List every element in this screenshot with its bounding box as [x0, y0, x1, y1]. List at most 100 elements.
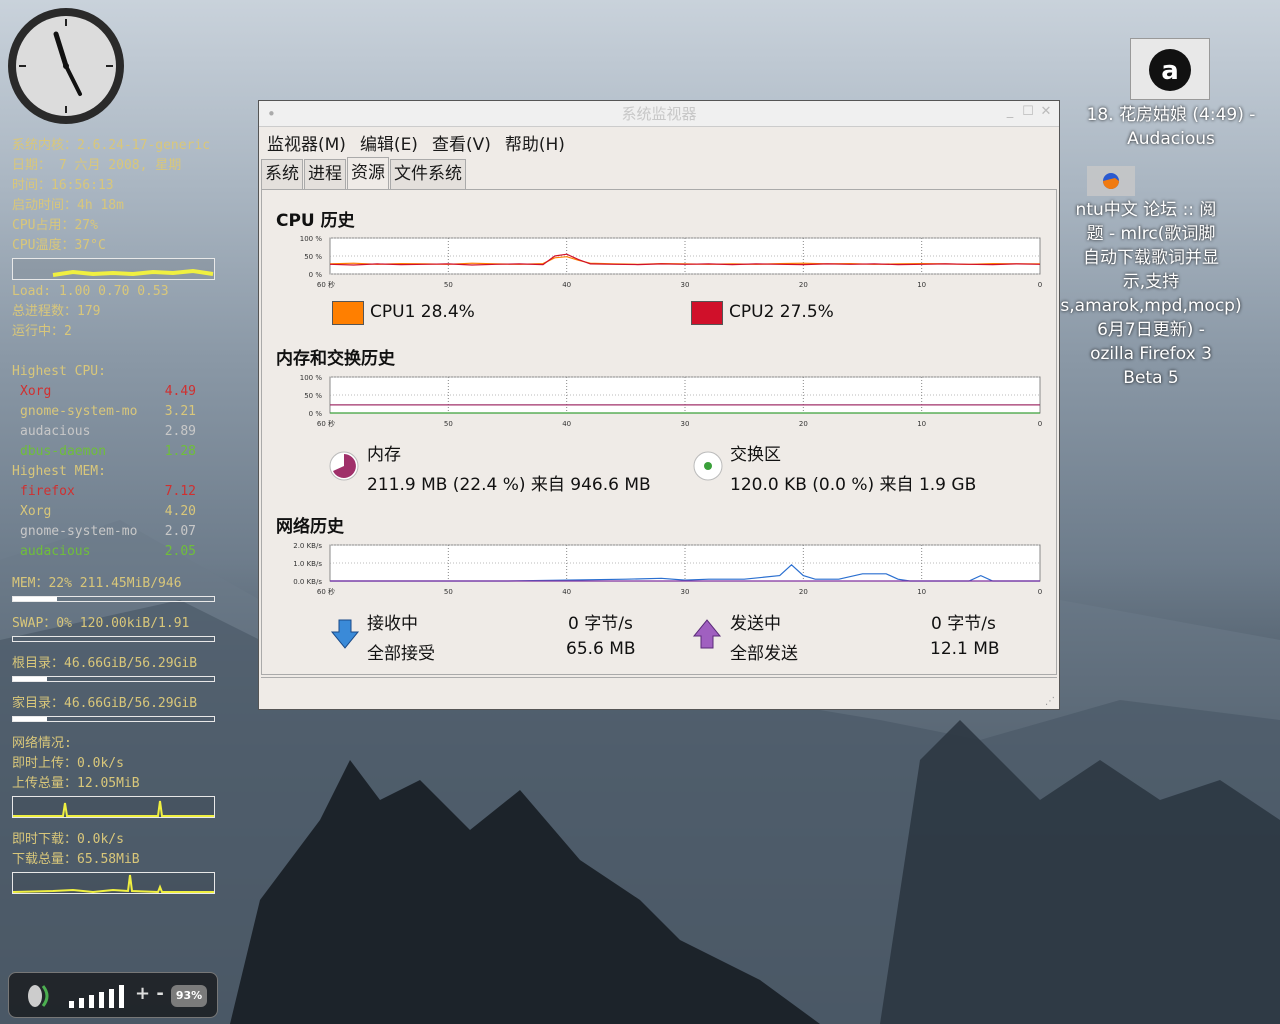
receiving-label: 接收中: [367, 614, 418, 634]
highest-mem-value: 4.20: [164, 504, 196, 519]
conky-date: 日期： 7 六月 2008, 星期: [12, 158, 182, 173]
resize-grip-icon[interactable]: ⋰: [1045, 696, 1055, 707]
receiving-value: 0 字节/s: [568, 614, 633, 634]
conky-highest-cpu-title: Highest CPU:: [12, 364, 106, 379]
memory-value: 211.9 MB (22.4 %) 来自 946.6 MB: [367, 475, 651, 495]
svg-text:a: a: [1161, 56, 1179, 86]
minimize-icon[interactable]: _: [1003, 105, 1017, 119]
memory-pie-icon[interactable]: [328, 450, 360, 482]
system-monitor-window: • 系统监视器 _ ☐ ✕ 监视器(M) 编辑(E) 查看(V) 帮助(H) 系…: [258, 100, 1060, 710]
conky-highest-mem-title: Highest MEM:: [12, 464, 106, 479]
status-bar: ⋰: [261, 677, 1057, 707]
volume-applet[interactable]: + - 93%: [8, 972, 218, 1018]
highest-cpu-row: Xorg 4.49: [12, 382, 218, 402]
audacious-desktop-icon[interactable]: a: [1130, 38, 1210, 100]
net-history-chart: 2.0 KB/s 1.0 KB/s 0.0 KB/s60 秒 50 40 30 20 10 0: [293, 542, 1042, 596]
window-menu-icon[interactable]: •: [267, 101, 276, 127]
net-chart-y-tick-label: 0.0 KB/s: [293, 578, 322, 586]
highest-mem-name: Xorg: [20, 504, 52, 519]
cpu-chart-x-tick-label: 50: [444, 281, 453, 289]
mem-chart-x-tick-label: 50: [444, 420, 453, 428]
highest-mem-row: firefox 7.12: [12, 482, 218, 502]
highest-mem-value: 2.07: [164, 524, 196, 539]
cpu-chart-x-tick-label: 10: [917, 281, 926, 289]
conky-time: 时间：16:56:13: [12, 178, 114, 193]
highest-mem-row: Xorg 4.20: [12, 502, 218, 522]
cpu-chart-x-tick-label: 40: [562, 281, 571, 289]
mem-chart-y-tick-label: 0 %: [309, 410, 323, 418]
conky-mem: MEM：22% 211.45MiB/946: [12, 576, 182, 591]
menu-monitor[interactable]: 监视器(M): [267, 130, 346, 155]
highest-mem-name: audacious: [20, 544, 91, 559]
net-chart-x-tick-label: 50: [444, 588, 453, 596]
conky-root: 根目录：46.66GiB/56.29GiB: [12, 656, 198, 671]
window-titlebar[interactable]: • 系统监视器 _ ☐ ✕: [259, 101, 1059, 127]
conky-swap-bar: [12, 636, 215, 642]
net-chart-x-tick-label: 40: [562, 588, 571, 596]
menu-edit[interactable]: 编辑(E): [360, 130, 418, 155]
conky-down-rate: 即时下载：0.0k/s: [12, 832, 124, 847]
menu-help[interactable]: 帮助(H): [505, 130, 565, 155]
volume-plus-minus[interactable]: + -: [135, 983, 164, 1004]
menubar: 监视器(M) 编辑(E) 查看(V) 帮助(H): [259, 127, 1059, 157]
conky-up-total: 上传总量：12.05MiB: [12, 776, 140, 791]
total-received-label: 全部接受: [367, 644, 435, 664]
conky-down-total: 下载总量：65.58MiB: [12, 852, 140, 867]
resources-panel: CPU 历史 100 % 50 % 0 % 60 秒 50 40 30 20 10 0 CPU1 …: [261, 189, 1057, 675]
conky-home: 家目录：46.66GiB/56.29GiB: [12, 696, 198, 711]
mem-chart-y-tick-label: 50 %: [304, 392, 322, 400]
window-title: 系统监视器: [621, 105, 697, 123]
cpu-chart-y-tick-label: 50 %: [304, 253, 322, 261]
total-sent-label: 全部发送: [730, 644, 798, 664]
conky-mem-bar: [12, 596, 215, 602]
highest-cpu-value: 4.49: [164, 384, 196, 399]
net-chart-x-tick-label: 20: [799, 588, 808, 596]
conky-uptime: 启动时间：4h 18m: [12, 198, 124, 213]
net-chart-x-tick-label: 60 秒: [317, 587, 335, 596]
audacious-icon: a: [1149, 49, 1191, 91]
conky-down-graph: [12, 872, 215, 894]
mem-chart-x-tick-label: 10: [917, 420, 926, 428]
firefox-desktop-label[interactable]: ntu中文 论坛 :: 阅 题 - mlrc(歌词脚 自动下载歌词并显 示,支持…: [1040, 198, 1262, 390]
mem-chart-x-tick-label: 60 秒: [317, 419, 335, 428]
cpu-chart-x-tick-label: 30: [681, 281, 690, 289]
swap-value: 120.0 KB (0.0 %) 来自 1.9 GB: [730, 475, 977, 495]
tab-processes[interactable]: 进程: [304, 159, 346, 189]
highest-cpu-name: Xorg: [20, 384, 52, 399]
speaker-icon[interactable]: [23, 981, 53, 1011]
maximize-icon[interactable]: ☐: [1021, 105, 1035, 119]
menu-view[interactable]: 查看(V): [432, 130, 491, 155]
tab-filesystems[interactable]: 文件系统: [390, 159, 466, 189]
swap-pie-icon[interactable]: [692, 450, 724, 482]
firefox-desktop-icon[interactable]: [1087, 166, 1135, 196]
highest-cpu-name: audacious: [20, 424, 91, 439]
highest-cpu-value: 3.21: [164, 404, 196, 419]
conky-load: Load: 1.00 0.70 0.53: [12, 284, 169, 299]
cpu-chart-x-tick-label: 20: [799, 281, 808, 289]
cpu-chart-x-tick-label: 60 秒: [317, 280, 335, 289]
mem-chart-x-tick-label: 20: [799, 420, 808, 428]
conky-up-rate: 即时上传：0.0k/s: [12, 756, 124, 771]
tab-bar: 系统 进程 资源 文件系统: [259, 157, 1059, 189]
conky-up-graph: [12, 796, 215, 818]
cpu1-label: CPU1 28.4%: [370, 302, 475, 322]
cpu1-color-swatch[interactable]: [332, 301, 364, 325]
highest-mem-name: gnome-system-mo: [20, 524, 138, 539]
conky-kernel: 系统内核：2.6.24-17-generic: [12, 138, 211, 153]
tab-resources[interactable]: 资源: [347, 157, 389, 189]
highest-cpu-name: gnome-system-mo: [20, 404, 138, 419]
highest-cpu-row: dbus-daemon 1.28: [12, 442, 218, 462]
analog-clock: [8, 8, 124, 124]
tab-system[interactable]: 系统: [261, 159, 303, 189]
cpu2-color-swatch[interactable]: [691, 301, 723, 325]
close-icon[interactable]: ✕: [1039, 105, 1053, 119]
cpu-chart-y-tick-label: 0 %: [309, 271, 323, 279]
conky-net-title: 网络情况:: [12, 736, 72, 751]
conky-processes: 总进程数：179: [12, 304, 101, 319]
net-chart-x-tick-label: 30: [681, 588, 690, 596]
highest-cpu-value: 2.89: [164, 424, 196, 439]
download-arrow-icon: [330, 619, 360, 649]
sending-label: 发送中: [730, 614, 781, 634]
highest-cpu-value: 1.28: [164, 444, 196, 459]
audacious-desktop-label[interactable]: 18. 花房姑娘 (4:49) - Audacious: [1070, 103, 1272, 151]
